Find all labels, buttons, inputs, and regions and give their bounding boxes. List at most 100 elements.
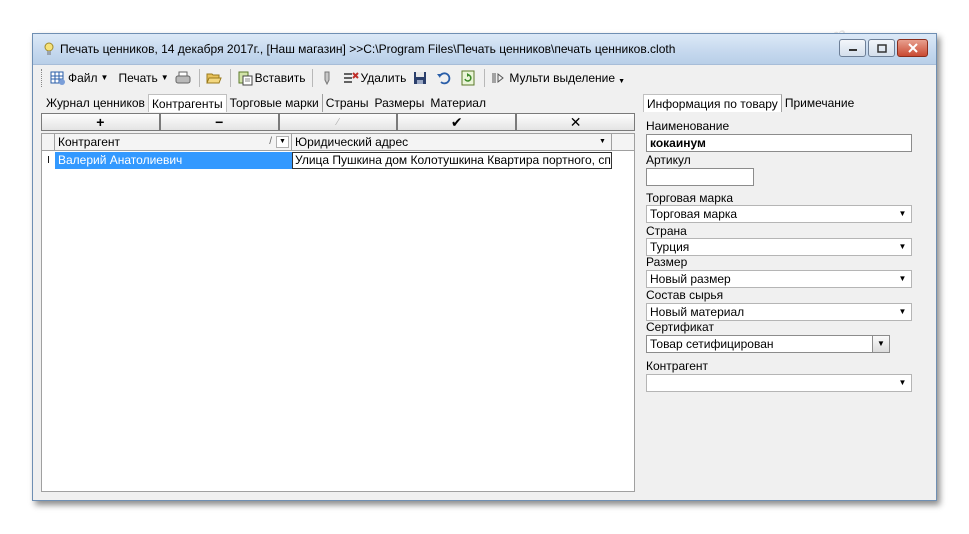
cell-legal-address[interactable]: Улица Пушкина дом Колотушкина Квартира п… [292,152,612,169]
paste-button[interactable]: Вставить [234,67,309,89]
tab-contractors[interactable]: Контрагенты [147,94,227,112]
column-header-label: Юридический адрес [295,135,409,149]
tab-price-journal[interactable]: Журнал ценников [43,94,148,112]
edit-record-button[interactable]: ⁄ [278,113,398,131]
chevron-down-icon[interactable]: ▼ [872,336,889,352]
minimize-icon [848,49,857,51]
close-button[interactable] [897,39,928,57]
chevron-down-icon[interactable]: ▼ [894,239,911,255]
certificate-select[interactable]: Товар сетифицирован ▼ [646,335,890,353]
certificate-select-value: Товар сетифицирован [650,337,774,351]
country-label: Страна [646,224,687,238]
print-menu-button[interactable]: Печать ▼ [115,67,171,89]
material-select[interactable]: Новый материал ▼ [646,303,912,321]
chevron-down-icon[interactable]: ▼ [894,206,911,222]
left-tab-strip: Журнал ценников Контрагенты Торговые мар… [41,92,635,112]
article-label: Артикул [646,153,691,167]
table-row[interactable]: I Валерий Анатолиевич Улица Пушкина дом … [42,152,634,169]
toolbar-separator [229,68,231,87]
undo-icon [437,71,451,84]
row-indicator-header [42,134,55,150]
delete-button[interactable]: Удалить [340,67,410,89]
multi-select-button[interactable]: Мульти выделение ▼ [488,67,628,89]
multi-select-label: Мульти выделение [509,70,616,85]
tab-notes[interactable]: Примечание [782,94,857,112]
filter-dropdown-icon[interactable]: ▼ [276,136,289,148]
minimize-button[interactable] [839,39,866,57]
tab-brands[interactable]: Торговые марки [227,94,323,112]
open-button[interactable] [203,67,227,89]
brand-label: Торговая марка [646,191,734,205]
filter-dropdown-icon[interactable]: ▼ [596,136,609,148]
chevron-down-icon[interactable]: ▼ [894,304,911,320]
chevron-down-icon[interactable]: ▼ [894,271,911,287]
name-label: Наименование [646,119,730,133]
toolbar-separator [311,68,313,87]
contractor-label: Контрагент [646,359,709,373]
tab-countries[interactable]: Страны [323,94,372,112]
tab-material[interactable]: Материал [427,94,489,112]
multi-select-icon [492,72,505,83]
size-select-value: Новый размер [650,272,731,286]
paste-label: Вставить [254,70,306,85]
paste-icon [238,71,253,85]
left-panel: Журнал ценников Контрагенты Торговые мар… [41,92,635,492]
save-disk-icon [414,71,427,84]
title-bar[interactable]: Печать ценников, 14 декабря 2017г., [Наш… [33,34,936,65]
delete-label: Удалить [360,70,407,85]
chevron-down-icon: ▼ [100,73,109,82]
grid-app-icon [50,71,65,85]
name-input[interactable]: кокаинум [646,134,912,152]
column-header-label: Контрагент [58,135,121,149]
size-label: Размер [646,255,688,269]
print-menu-label: Печать [118,70,158,85]
cell-contractor-name[interactable]: Валерий Анатолиевич [55,152,292,169]
column-header-contractor[interactable]: Контрагент / ▼ [55,134,292,150]
remove-record-button[interactable]: − [159,113,279,131]
column-header-legal-address[interactable]: Юридический адрес ▼ [292,134,612,150]
main-window: Печать ценников, 14 декабря 2017г., [Наш… [32,33,937,501]
tab-sizes[interactable]: Размеры [371,94,427,112]
file-menu-button[interactable]: Файл ▼ [47,67,111,89]
material-select-value: Новый материал [650,305,745,319]
cancel-record-button[interactable]: ✕ [516,113,635,131]
toolbar-grip[interactable] [41,68,44,87]
tab-product-info[interactable]: Информация по товару [643,94,782,112]
toolbar: Файл ▼ Печать ▼ Вставить Удалить Мульти … [33,65,936,90]
save-button[interactable] [409,67,433,89]
brand-select[interactable]: Торговая марка ▼ [646,205,912,223]
folder-open-icon [205,73,222,83]
printer-icon [175,71,191,83]
contractor-select[interactable]: ▼ [646,374,912,392]
country-select[interactable]: Турция ▼ [646,238,912,256]
country-select-value: Турция [650,240,690,254]
chevron-down-icon: ▼ [618,78,625,85]
refresh-icon [461,70,475,85]
maximize-icon [876,43,887,53]
grid-header: Контрагент / ▼ Юридический адрес ▼ [42,134,634,151]
add-record-button[interactable]: + [41,113,160,131]
chevron-down-icon: ▼ [160,73,169,82]
confirm-record-button[interactable]: ✔ [397,113,517,131]
toolbar-separator [198,68,200,87]
row-edit-indicator: I [47,155,50,166]
window-title: Печать ценников, 14 декабря 2017г., [Наш… [60,42,676,56]
right-panel: Информация по товару Примечание Наименов… [643,92,928,492]
contractors-grid[interactable]: Контрагент / ▼ Юридический адрес ▼ I Вал… [41,133,635,492]
right-tab-strip: Информация по товару Примечание [643,92,928,112]
close-icon [907,43,918,53]
file-menu-label: Файл [68,70,98,85]
toolbar-separator [484,68,486,87]
article-input[interactable] [646,168,754,186]
record-action-bar: + − ⁄ ✔ ✕ [41,113,635,131]
undo-button[interactable] [433,67,457,89]
edit-pen-icon: / [269,136,272,147]
certificate-label: Сертификат [646,320,714,334]
delete-row-icon [343,71,359,83]
marker-button[interactable] [316,67,340,89]
refresh-button[interactable] [457,67,481,89]
printer-button[interactable] [172,67,196,89]
chevron-down-icon[interactable]: ▼ [894,375,911,391]
size-select[interactable]: Новый размер ▼ [646,270,912,288]
maximize-button[interactable] [868,39,895,57]
